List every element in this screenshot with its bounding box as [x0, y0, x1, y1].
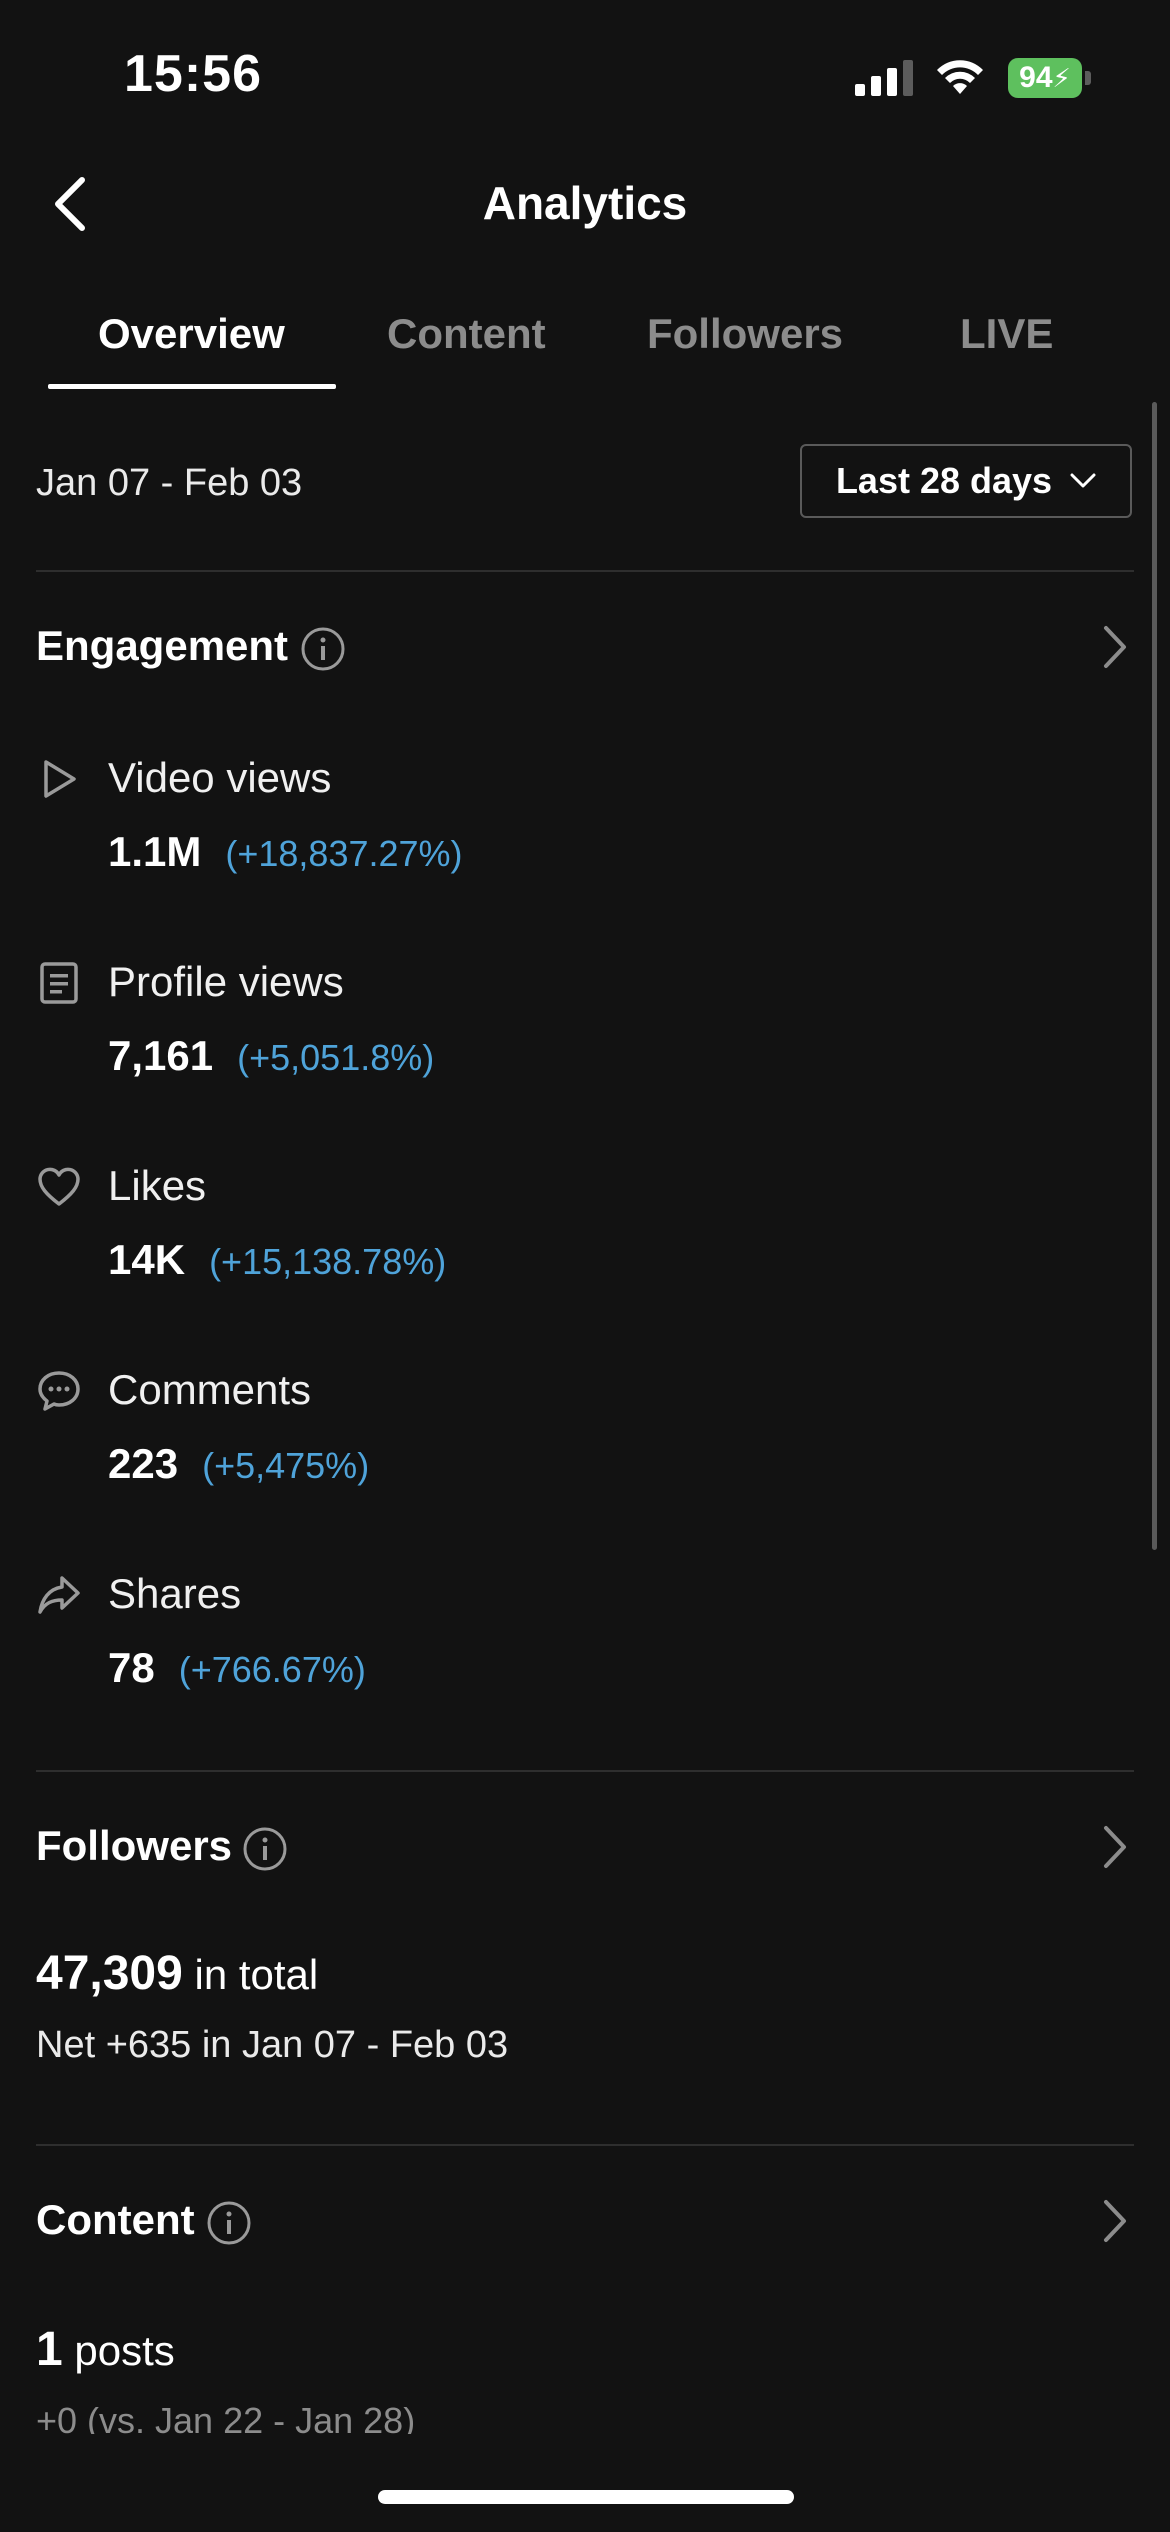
metric-label: Video views	[108, 754, 332, 801]
page-title: Analytics	[482, 177, 688, 229]
play-icon	[44, 760, 76, 798]
info-icon[interactable]	[300, 626, 346, 672]
info-icon[interactable]	[206, 2200, 252, 2246]
engagement-title: Engagement	[36, 622, 289, 669]
chevron-down-icon	[1070, 473, 1096, 488]
metric-change: (+15,138.78%)	[209, 1241, 447, 1282]
share-icon	[38, 1576, 80, 1614]
period-dropdown-label: Last 28 days	[835, 460, 1053, 501]
metric-change: (+18,837.27%)	[225, 833, 463, 874]
tab-overview[interactable]: Overview	[98, 310, 285, 358]
status-bar: 15:56 94 ⚡	[0, 0, 1170, 150]
tab-followers[interactable]: Followers	[647, 310, 843, 358]
followers-net-change: Net +635 in Jan 07 - Feb 03	[36, 2024, 509, 2066]
followers-header[interactable]: Followers	[36, 1812, 1134, 1882]
metric-value: 7,161	[108, 1032, 214, 1079]
date-filter-row: Jan 07 - Feb 03 Last 28 days	[36, 440, 1134, 524]
divider	[36, 570, 1134, 572]
profile-card-icon	[40, 962, 78, 1004]
nav-header: Analytics	[0, 160, 1170, 250]
metric-label: Shares	[108, 1570, 242, 1617]
tab-bar: Overview Content Followers LIVE	[0, 290, 1170, 392]
metric-change: (+5,475%)	[202, 1445, 370, 1486]
content-header[interactable]: Content	[36, 2186, 1134, 2256]
battery-icon: 94 ⚡	[1008, 58, 1094, 98]
posts-suffix: posts	[74, 2327, 175, 2374]
posts-count: 1 posts	[36, 2322, 175, 2377]
metric-video-views[interactable]: Video views 1.1M (+18,837.27%)	[36, 748, 1036, 928]
battery-level: 94	[1019, 61, 1053, 94]
comment-icon	[38, 1371, 80, 1411]
followers-total-suffix: in total	[194, 1951, 319, 1998]
metric-profile-views[interactable]: Profile views 7,161 (+5,051.8%)	[36, 952, 1036, 1132]
tab-content[interactable]: Content	[387, 310, 546, 358]
posts-number: 1	[36, 2323, 63, 2376]
divider	[36, 1770, 1134, 1772]
heart-icon	[38, 1167, 80, 1206]
status-time: 15:56	[124, 45, 262, 103]
metric-comments[interactable]: Comments 223 (+5,475%)	[36, 1360, 1036, 1540]
followers-count: 47,309	[36, 1947, 183, 2000]
period-dropdown[interactable]: Last 28 days	[800, 444, 1132, 518]
metric-value: 223	[108, 1440, 179, 1487]
scrollbar[interactable]	[1152, 402, 1157, 1550]
metric-value: 1.1M	[108, 828, 202, 875]
chevron-right-icon[interactable]	[1094, 622, 1134, 672]
tab-live[interactable]: LIVE	[960, 310, 1053, 358]
wifi-icon	[935, 56, 985, 96]
date-range: Jan 07 - Feb 03	[36, 462, 303, 504]
metric-change: (+5,051.8%)	[237, 1037, 435, 1078]
chevron-right-icon[interactable]	[1094, 2196, 1134, 2246]
home-indicator[interactable]	[378, 2490, 794, 2504]
metric-likes[interactable]: Likes 14K (+15,138.78%)	[36, 1156, 1036, 1336]
metric-shares[interactable]: Shares 78 (+766.67%)	[36, 1564, 1036, 1744]
metric-label: Comments	[108, 1366, 312, 1413]
content-title: Content	[36, 2196, 195, 2243]
cellular-signal-icon	[855, 60, 917, 96]
metric-label: Likes	[108, 1162, 207, 1209]
metric-value: 78	[108, 1644, 155, 1691]
followers-total: 47,309 in total	[36, 1946, 318, 2001]
posts-comparison: +0 (vs. Jan 22 - Jan 28)	[36, 2400, 416, 2434]
metric-change: (+766.67%)	[178, 1649, 366, 1690]
chevron-right-icon[interactable]	[1094, 1822, 1134, 1872]
metric-label: Profile views	[108, 958, 344, 1005]
active-tab-indicator	[48, 384, 336, 389]
engagement-header[interactable]: Engagement	[36, 612, 1134, 682]
followers-title: Followers	[36, 1822, 233, 1869]
divider	[36, 2144, 1134, 2146]
info-icon[interactable]	[242, 1826, 288, 1872]
metric-value: 14K	[108, 1236, 186, 1283]
